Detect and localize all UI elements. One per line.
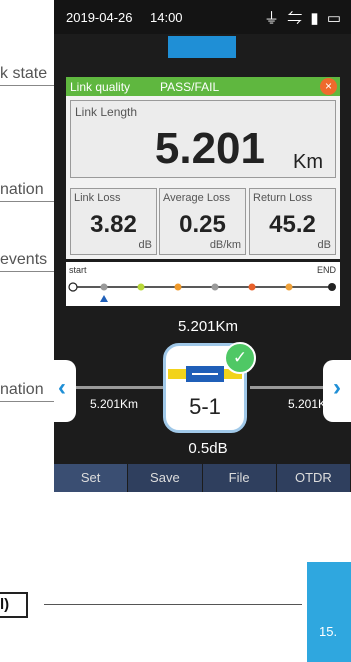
link-quality-bar: Link quality PASS/FAIL ×: [66, 77, 340, 96]
status-bar: 2019-04-26 14:00 ⏚ ⇋ ▮ ▭: [54, 0, 351, 34]
page-tab: 15.: [307, 562, 351, 662]
fiber-line-right: [250, 386, 323, 389]
annotation-line: [0, 85, 54, 86]
sd-card-icon: ▮: [310, 10, 321, 27]
event-marker[interactable]: [248, 283, 256, 291]
link-length-box: Link Length 5.201 Km: [70, 100, 336, 178]
average-loss-label: Average Loss: [163, 192, 231, 204]
annotation-link-state: k state: [0, 65, 48, 82]
average-loss-unit: dB/km: [209, 239, 241, 251]
event-loss: 0.5dB: [188, 440, 228, 457]
event-marker[interactable]: [211, 283, 219, 291]
device-screen: 2019-04-26 14:00 ⏚ ⇋ ▮ ▭ Link quality PA…: [54, 0, 351, 492]
event-track[interactable]: [66, 262, 340, 306]
link-length-unit: Km: [293, 151, 323, 173]
annotation-information: nation: [0, 381, 44, 398]
status-date: 2019-04-26: [66, 10, 133, 25]
link-info-panel: Link Length 5.201 Km Link Loss 3.82 dB A…: [66, 96, 340, 259]
fiber-line-left: [76, 386, 166, 389]
chevron-left-icon: ‹: [58, 374, 66, 401]
footer-line: [44, 604, 302, 605]
return-loss-label: Return Loss: [253, 192, 313, 204]
usb-icon: ⇋: [287, 10, 305, 27]
link-loss-box: Link Loss 3.82 dB: [70, 188, 157, 255]
link-quality-label: Link quality: [70, 80, 131, 94]
link-loss-value: 3.82: [90, 211, 137, 238]
average-loss-box: Average Loss 0.25 dB/km: [159, 188, 246, 255]
status-icons: ⏚ ⇋ ▮ ▭: [264, 7, 343, 28]
event-map[interactable]: start END: [66, 262, 340, 306]
event-distance: 5.201Km: [177, 318, 239, 335]
link-loss-label: Link Loss: [74, 192, 121, 204]
bottom-menu: Set Save File OTDR: [54, 464, 351, 492]
menu-save-button[interactable]: Save: [128, 464, 203, 492]
event-marker[interactable]: [285, 283, 293, 291]
distance-left: 5.201Km: [90, 397, 139, 411]
average-loss-value: 0.25: [179, 211, 226, 238]
annotation-events: events: [0, 251, 48, 268]
link-length-value: 5.201: [154, 124, 265, 173]
annotation-line: [0, 201, 54, 202]
event-marker[interactable]: [137, 283, 145, 291]
event-marker[interactable]: [174, 283, 182, 291]
distance-right: 5.201Km: [288, 397, 337, 411]
footer-bracket: l): [0, 592, 28, 618]
return-loss-unit: dB: [317, 239, 331, 251]
event-name: 5-1: [189, 394, 221, 419]
return-loss-box: Return Loss 45.2 dB: [249, 188, 336, 255]
link-length-label: Link Length: [75, 105, 138, 119]
event-pointer-icon: [100, 295, 108, 302]
event-marker[interactable]: [100, 283, 108, 291]
link-quality-status: PASS/FAIL: [160, 80, 220, 94]
menu-set-button[interactable]: Set: [54, 464, 129, 492]
return-loss-value: 45.2: [269, 211, 316, 238]
menu-file-button[interactable]: File: [202, 464, 277, 492]
annotation-information: nation: [0, 181, 44, 198]
event-start-marker[interactable]: [68, 282, 78, 292]
headphone-icon: ⏚: [264, 10, 282, 27]
check-icon: ✓: [224, 342, 256, 374]
battery-icon: ▭: [326, 10, 343, 27]
active-tab-indicator[interactable]: [168, 36, 236, 58]
link-loss-unit: dB: [138, 239, 152, 251]
fail-close-icon[interactable]: ×: [320, 78, 337, 95]
menu-otdr-button[interactable]: OTDR: [276, 464, 351, 492]
next-event-button[interactable]: ›: [323, 360, 351, 422]
status-time: 14:00: [150, 10, 183, 25]
page-number: 15.: [319, 624, 338, 639]
prev-event-button[interactable]: ‹: [54, 360, 76, 422]
annotation-line: [0, 401, 54, 402]
annotation-line: [0, 271, 54, 272]
event-end-marker[interactable]: [328, 283, 336, 291]
